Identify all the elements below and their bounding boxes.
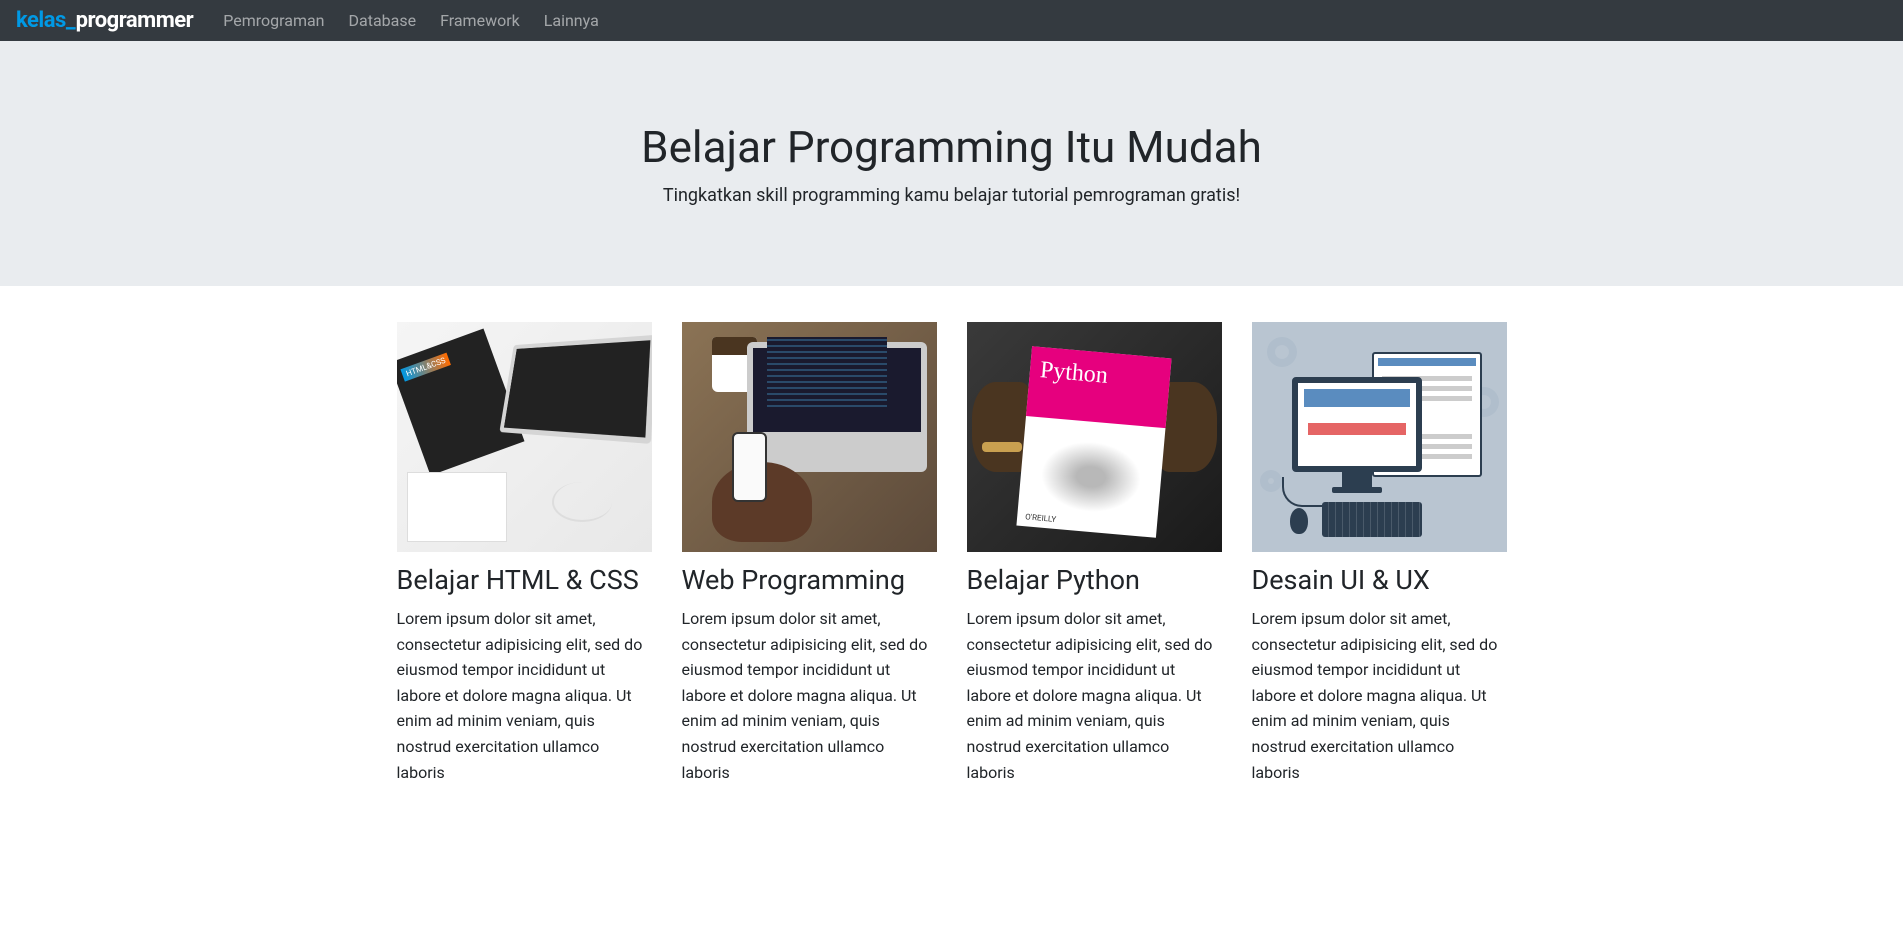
browser-bar-icon: [1378, 358, 1476, 366]
cards-container: Belajar HTML & CSS Lorem ipsum dolor sit…: [382, 286, 1522, 821]
snake-illustration-icon: [1038, 438, 1144, 516]
hero-section: Belajar Programming Itu Mudah Tingkatkan…: [0, 41, 1903, 286]
hero-title: Belajar Programming Itu Mudah: [20, 121, 1883, 173]
mouse-icon: [1290, 508, 1308, 534]
card-text: Lorem ipsum dolor sit amet, consectetur …: [1252, 606, 1507, 785]
card-image-html-css: [397, 322, 652, 552]
nav-link-lainnya[interactable]: Lainnya: [544, 11, 599, 30]
card-text: Lorem ipsum dolor sit amet, consectetur …: [967, 606, 1222, 785]
card-title: Web Programming: [682, 564, 937, 596]
card-image-web-programming: [682, 322, 937, 552]
card-title: Belajar Python: [967, 564, 1222, 596]
cards-row: Belajar HTML & CSS Lorem ipsum dolor sit…: [397, 322, 1507, 785]
keyboard-icon: [1322, 502, 1422, 537]
python-book-icon: Python O'REILLY: [1016, 346, 1171, 538]
phone-icon: [732, 432, 767, 502]
gear-icon: [1267, 337, 1297, 367]
card-ui-ux: Desain UI & UX Lorem ipsum dolor sit ame…: [1252, 322, 1507, 785]
card-title: Desain UI & UX: [1252, 564, 1507, 596]
card-image-python: Python O'REILLY: [967, 322, 1222, 552]
monitor-accent-icon: [1308, 423, 1406, 435]
python-book-title: Python: [1026, 346, 1172, 428]
card-image-ui-ux: [1252, 322, 1507, 552]
brand-part2: programmer: [76, 8, 194, 33]
laptop-icon: [499, 335, 652, 444]
brand-logo[interactable]: kelas_programmer: [16, 8, 193, 33]
monitor-base-icon: [1332, 487, 1382, 493]
code-screen-icon: [767, 337, 887, 407]
card-text: Lorem ipsum dolor sit amet, consectetur …: [397, 606, 652, 785]
notebook-icon: [407, 472, 507, 542]
card-python: Python O'REILLY Belajar Python Lorem ips…: [967, 322, 1222, 785]
card-text: Lorem ipsum dolor sit amet, consectetur …: [682, 606, 937, 785]
bracelet-icon: [982, 442, 1022, 452]
card-title: Belajar HTML & CSS: [397, 564, 652, 596]
earbuds-icon: [552, 482, 612, 522]
nav-link-database[interactable]: Database: [349, 11, 417, 30]
navbar: kelas_programmer Pemrograman Database Fr…: [0, 0, 1903, 41]
brand-underscore: _: [66, 8, 76, 33]
hero-subtitle: Tingkatkan skill programming kamu belaja…: [20, 185, 1883, 206]
gear-icon: [1260, 470, 1282, 492]
monitor-header-icon: [1304, 389, 1410, 407]
brand-part1: kelas: [16, 8, 66, 33]
card-html-css: Belajar HTML & CSS Lorem ipsum dolor sit…: [397, 322, 652, 785]
monitor-icon: [1292, 377, 1422, 472]
publisher-label: O'REILLY: [1025, 512, 1057, 524]
nav-items: Pemrograman Database Framework Lainnya: [223, 11, 599, 30]
nav-link-framework[interactable]: Framework: [440, 11, 520, 30]
card-web-programming: Web Programming Lorem ipsum dolor sit am…: [682, 322, 937, 785]
nav-link-pemrograman[interactable]: Pemrograman: [223, 11, 324, 30]
cable-icon: [1282, 477, 1322, 507]
